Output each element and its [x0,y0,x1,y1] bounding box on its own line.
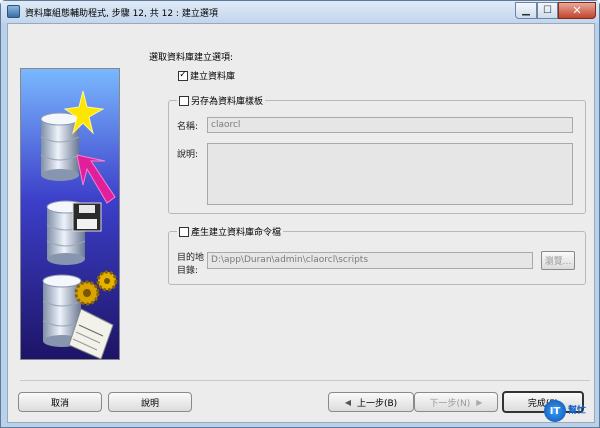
create-database-checkbox[interactable]: ✓ [178,70,188,81]
generate-scripts-label: 產生建立資料庫命令檔 [191,228,282,238]
back-button-label: 上一步(B) [356,398,398,409]
it-logo-mark: IT [544,400,566,422]
save-template-checkbox[interactable] [179,95,189,106]
save-template-label: 另存為資料庫樣板 [191,97,264,107]
destination-label-line1: 目的地 [177,253,205,263]
database-cylinder-icon [40,112,80,181]
browse-button[interactable]: 瀏覽... [541,251,575,270]
destination-label-line2: 目錄: [177,266,199,276]
it-logo-text: 幫忙 [568,405,587,416]
title-bar[interactable]: 資料庫組態輔助程式, 步驟 12, 共 12 : 建立選項 ▁ ☐ ✕ [1,1,599,23]
next-arrow-icon: ▶ [476,397,483,407]
database-illustration [21,69,119,359]
minimize-button[interactable]: ▁ [515,2,537,19]
cancel-button[interactable]: 取消 [18,392,102,412]
close-button[interactable]: ✕ [558,2,596,19]
site-watermark-logo: IT 幫忙 [544,397,594,425]
template-description-label: 說明: [177,150,199,160]
maximize-button[interactable]: ☐ [537,2,558,19]
back-button[interactable]: ◀ 上一步(B) [328,392,414,412]
options-heading: 選取資料庫建立選項: [149,53,234,63]
template-name-label: 名稱: [177,122,199,132]
dialog-client: 選取資料庫建立選項: ✓ 建立資料庫 另存為資料庫樣板 名稱: claorcl … [7,23,595,423]
generate-scripts-group: 產生建立資料庫命令檔 目的地 目錄: D:\app\Duran\admin\cl… [168,225,586,285]
next-button[interactable]: 下一步(N) ▶ [414,392,498,412]
template-name-field[interactable]: claorcl [207,117,573,133]
save-template-option[interactable]: 另存為資料庫樣板 [177,94,266,107]
template-description-field[interactable] [207,143,573,205]
generate-scripts-checkbox[interactable] [179,226,189,237]
dialog-window: 資料庫組態輔助程式, 步驟 12, 共 12 : 建立選項 ▁ ☐ ✕ 選取資料… [0,0,600,428]
create-database-option[interactable]: ✓ 建立資料庫 [178,69,235,82]
window-title: 資料庫組態輔助程式, 步驟 12, 共 12 : 建立選項 [25,9,218,19]
help-button[interactable]: 說明 [108,392,192,412]
app-icon [7,5,20,18]
footer-separator [20,380,590,381]
destination-directory-field[interactable]: D:\app\Duran\admin\claorcl\scripts [207,252,533,269]
generate-scripts-option[interactable]: 產生建立資料庫命令檔 [177,225,284,238]
back-arrow-icon: ◀ [344,397,351,407]
save-template-group: 另存為資料庫樣板 名稱: claorcl 說明: [168,94,586,214]
floppy-disk-icon [72,202,102,232]
create-database-label: 建立資料庫 [190,72,236,82]
wizard-graphic [20,68,120,360]
next-button-label: 下一步(N) [429,398,471,409]
